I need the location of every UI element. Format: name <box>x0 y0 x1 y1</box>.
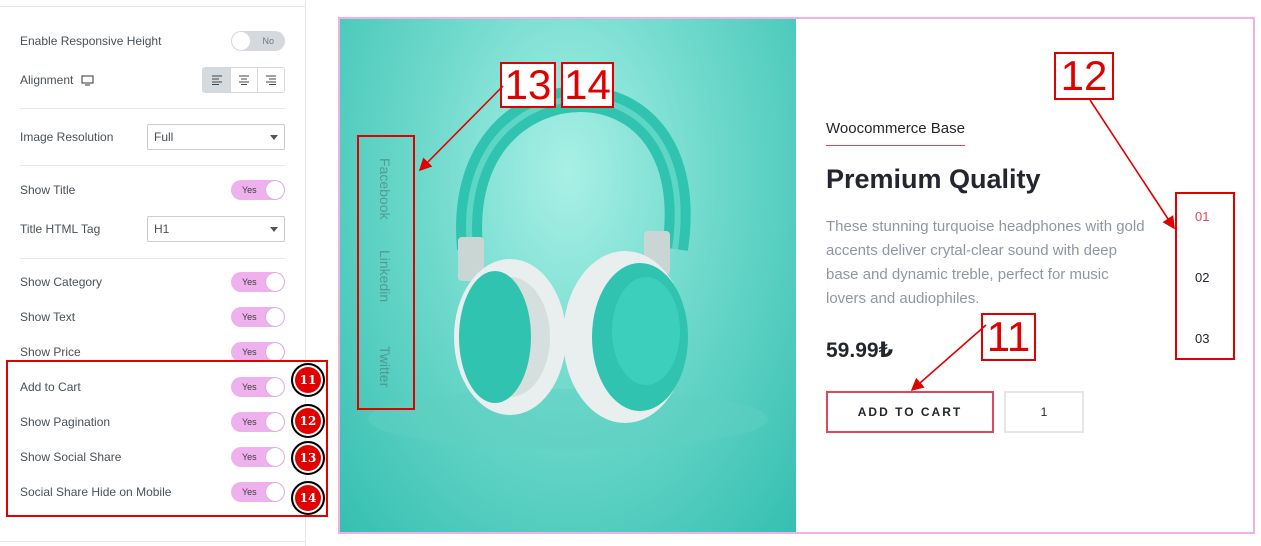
annotation-arrows <box>418 85 1175 392</box>
